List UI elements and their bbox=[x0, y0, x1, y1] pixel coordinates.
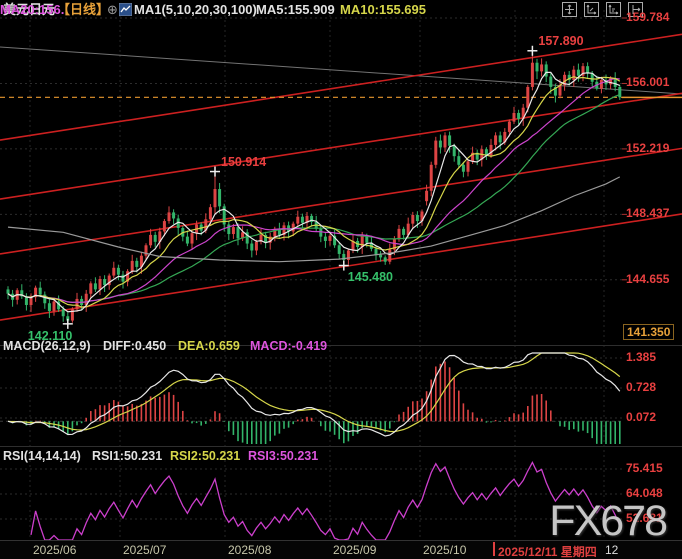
period-label[interactable]: 【日线】 bbox=[57, 2, 109, 18]
price-extreme-label: 157.890 bbox=[538, 34, 583, 48]
price-extreme-label: 150.914 bbox=[221, 155, 266, 169]
rsi1-value: RSI1:50.231 bbox=[92, 449, 162, 463]
price-extreme-label: 142.110 bbox=[28, 329, 73, 343]
price-floor-label: 141.350 bbox=[623, 324, 674, 340]
rsi2-value: RSI2:50.231 bbox=[170, 449, 240, 463]
time-axis-label: 2025/10 bbox=[423, 543, 466, 557]
rsi-axis-label: 75.415 bbox=[626, 461, 663, 475]
magnifier-icon[interactable]: ⊕ bbox=[107, 2, 118, 18]
macd-diff-value: DIFF:0.450 bbox=[103, 339, 166, 353]
price-extreme-label: 145.480 bbox=[348, 270, 393, 284]
axis-scale-icon[interactable] bbox=[606, 2, 621, 17]
macd-axis-label: 0.728 bbox=[626, 380, 656, 394]
macd-axis-label: 0.072 bbox=[626, 410, 656, 424]
time-axis-label: 2025/08 bbox=[228, 543, 271, 557]
crosshair-date-tick bbox=[493, 542, 495, 556]
forex-chart-app: { "header": { "symbol": "美元日元", "period"… bbox=[0, 0, 682, 559]
rsi3-value: RSI3:50.231 bbox=[248, 449, 318, 463]
macd-value: MACD:-0.419 bbox=[250, 339, 327, 353]
watermark: FX678 bbox=[549, 497, 666, 546]
time-axis-label: 2025/09 bbox=[333, 543, 376, 557]
macd-dea-value: DEA:0.659 bbox=[178, 339, 240, 353]
axis-expand-icon[interactable] bbox=[584, 2, 599, 17]
ma20-value: MA20:156. bbox=[0, 2, 64, 18]
time-axis-label: 2025/07 bbox=[123, 543, 166, 557]
chart-type-icon[interactable] bbox=[119, 3, 132, 21]
price-axis-label: 144.655 bbox=[626, 272, 669, 286]
price-axis-label: 148.437 bbox=[626, 206, 669, 220]
ma-settings-label: MA1(5,10,20,30,100) bbox=[134, 2, 257, 18]
time-axis-label: 2025/06 bbox=[33, 543, 76, 557]
rsi-title: RSI(14,14,14) bbox=[3, 449, 81, 463]
ma10-value: MA10:155.695 bbox=[340, 2, 426, 18]
chart-canvas[interactable] bbox=[0, 0, 682, 559]
price-axis-label: 159.784 bbox=[626, 10, 669, 24]
pan-move-icon[interactable] bbox=[562, 2, 577, 17]
macd-axis-label: 1.385 bbox=[626, 350, 656, 364]
price-axis-label: 156.001 bbox=[626, 75, 669, 89]
price-axis-label: 152.219 bbox=[626, 141, 669, 155]
ma5-value: MA5:155.909 bbox=[256, 2, 335, 18]
